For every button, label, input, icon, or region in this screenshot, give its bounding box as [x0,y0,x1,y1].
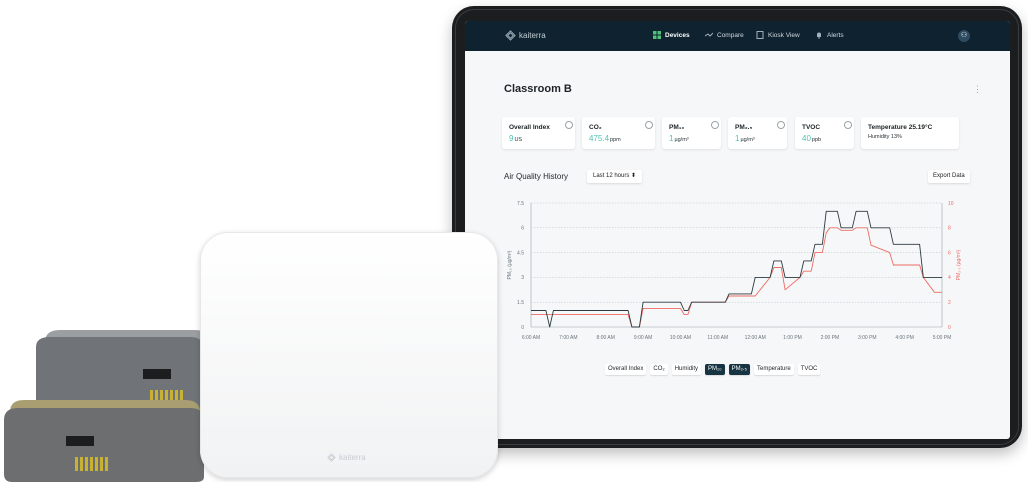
battery-packs [4,330,210,482]
x-tick-label: 12:00 AM [745,335,766,341]
toggle-tvoc[interactable]: TVOC [797,364,821,375]
air-quality-chart: 0 1.5 3 4.5 6 7.5 0 2 4 6 8 10 6:00 AM 7:00 AM 8:00 AM… [507,201,962,341]
x-tick-label: 4:00 PM [895,335,914,341]
toggle-temperature[interactable]: Temperature [753,364,794,375]
y-left-tick-label: 0 [521,325,524,331]
y-right-tick-label: 4 [948,275,951,281]
x-tick-label: 2:00 PM [821,335,840,341]
device-logo-text: kaiterra [339,453,366,462]
kaiterra-logo-icon [327,453,336,462]
x-tick-label: 3:00 PM [858,335,877,341]
x-tick-label: 9:00 AM [634,335,652,341]
y-left-axis-label: PM₁₀ (µg/m³) [507,250,513,279]
y-right-tick-label: 2 [948,300,951,306]
y-left-tick-label: 6 [521,226,524,232]
toggle-pm25[interactable]: PM₂.₅ [728,364,750,375]
x-tick-label: 8:00 AM [597,335,615,341]
y-left-tick-label: 7.5 [517,201,524,207]
x-tick-label: 11:00 AM [707,335,728,341]
toggle-pm10[interactable]: PM₁₀ [705,364,725,375]
y-left-tick-label: 3 [521,275,524,281]
series-line-pm10 [531,210,942,328]
y-right-axis-label: PM₂.₅ (µg/m³) [956,249,962,280]
y-right-tick-label: 10 [948,201,954,207]
x-tick-label: 1:00 PM [783,335,802,341]
y-right-tick-label: 8 [948,226,951,232]
y-right-tick-label: 0 [948,325,951,331]
device-logo: kaiterra [327,453,366,462]
y-right-tick-label: 6 [948,250,951,256]
x-tick-label: 5:00 PM [933,335,952,341]
y-left-tick-label: 4.5 [517,250,524,256]
tablet-frame: kaiterra Devices Compare Kiosk View Aler… [452,6,1022,448]
y-left-tick-label: 1.5 [517,300,524,306]
battery-bottom-body [4,408,204,482]
x-tick-label: 7:00 AM [559,335,577,341]
toggle-overall-index[interactable]: Overall Index [605,364,647,375]
x-tick-label: 6:00 AM [522,335,540,341]
x-tick-label: 10:00 AM [670,335,691,341]
battery-top-port [143,369,171,379]
sensor-hub-device [200,232,498,478]
toggle-humidity[interactable]: Humidity [671,364,702,375]
series-toggles: Overall Index CO₂ Humidity PM₁₀ PM₂.₅ Te… [605,364,821,375]
toggle-co2[interactable]: CO₂ [650,364,668,375]
battery-bottom-port [66,436,94,446]
dashboard-screen: kaiterra Devices Compare Kiosk View Aler… [465,21,1010,439]
